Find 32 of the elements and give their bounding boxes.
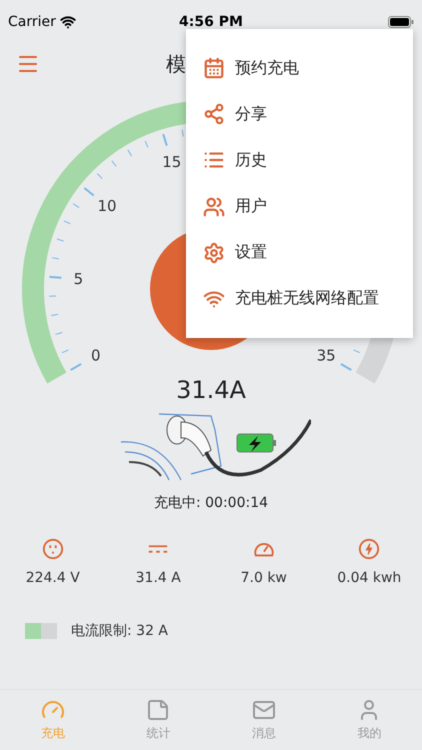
note-icon — [146, 698, 170, 722]
page-title: 模 — [166, 50, 186, 78]
calendar-icon — [203, 57, 225, 80]
stat-value: 31.4 A — [136, 570, 181, 586]
stat-value: 224.4 V — [26, 570, 80, 586]
mail-icon — [252, 698, 276, 722]
carrier-label: Carrier — [8, 14, 56, 30]
current-limit: 电流限制: 32 A — [71, 622, 168, 640]
current-reading: 31.4A — [175, 376, 247, 404]
stat-value: 7.0 kw — [240, 570, 287, 586]
menu-item[interactable]: 预约充电 — [186, 57, 413, 80]
stat-value: 0.04 kwh — [337, 570, 402, 586]
share-icon — [203, 103, 225, 126]
settings-icon — [203, 242, 225, 264]
outlet-icon — [42, 538, 64, 560]
legend-swatch — [25, 623, 57, 639]
battery-icon — [388, 16, 414, 28]
users-icon — [203, 196, 225, 218]
gauge-label: 35 — [316, 346, 336, 364]
menu-item[interactable]: 充电桩无线网络配置 — [186, 288, 413, 310]
lightning-icon — [358, 538, 380, 560]
menu-item[interactable]: 设置 — [186, 242, 413, 264]
menu-item[interactable]: 用户 — [186, 196, 413, 218]
gauge-label: 5 — [74, 270, 84, 288]
gauge-label: 10 — [97, 197, 117, 216]
gauge-label: 0 — [91, 346, 101, 364]
status-time: 4:56 PM — [179, 14, 243, 30]
gauge-label: 15 — [162, 152, 182, 171]
menu-item[interactable]: 分享 — [186, 103, 413, 126]
charging-time: 充电中: 00:00:14 — [152, 494, 270, 512]
menu-item[interactable]: 历史 — [186, 149, 413, 172]
wifi-icon — [60, 14, 76, 30]
